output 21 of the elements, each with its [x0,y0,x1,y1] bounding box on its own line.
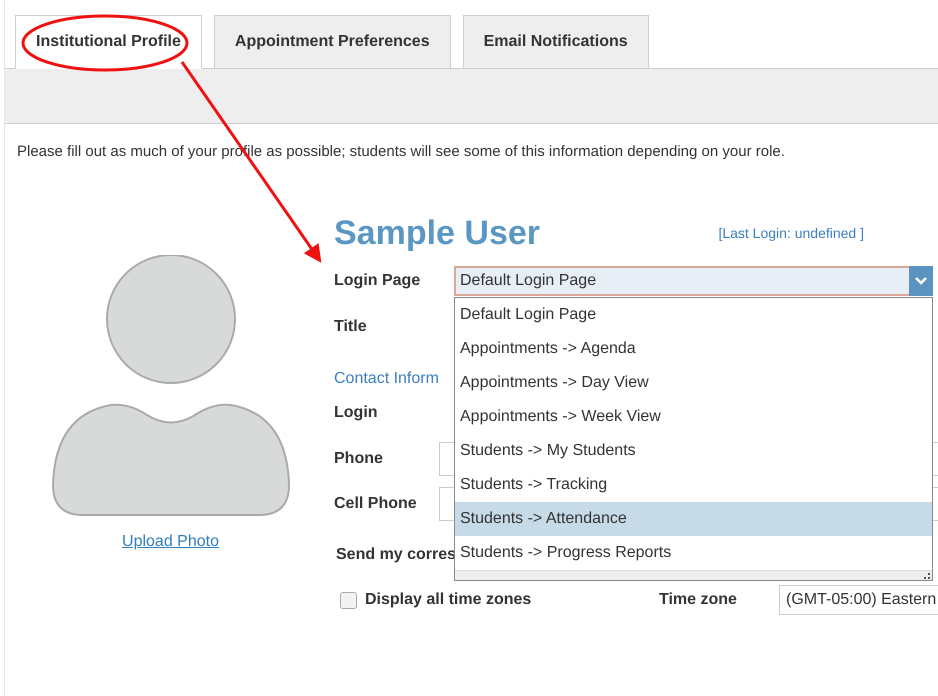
login-page-select[interactable]: Default Login Page [454,266,933,296]
user-name: Sample User [334,212,540,254]
avatar-placeholder-icon [50,255,290,517]
tab[interactable]: Appointment Preferences [214,15,451,69]
field-label: Login [334,403,378,423]
field-label: Cell Phone [334,494,418,514]
last-login-text: [Last Login: undefined ] [718,224,864,243]
field-label: Time zone [659,590,738,610]
field-label: Login Page [334,271,422,291]
field-label: Phone [334,449,384,469]
tab[interactable]: Email Notifications [462,15,649,69]
section-heading: Contact Inform [334,369,439,389]
checkbox[interactable] [340,592,357,608]
checkbox-label: Display all time zones [365,590,532,610]
resize-grip-icon [924,573,930,579]
dropdown-option[interactable]: Students -> Attendance [455,502,932,536]
upload-photo-link[interactable]: Upload Photo [122,530,219,554]
field-label: Send my corres [336,545,456,565]
tab[interactable]: Institutional Profile [15,15,202,69]
field-label: Title [334,317,367,337]
time-zone-select[interactable]: (GMT-05:00) Eastern [779,585,938,615]
